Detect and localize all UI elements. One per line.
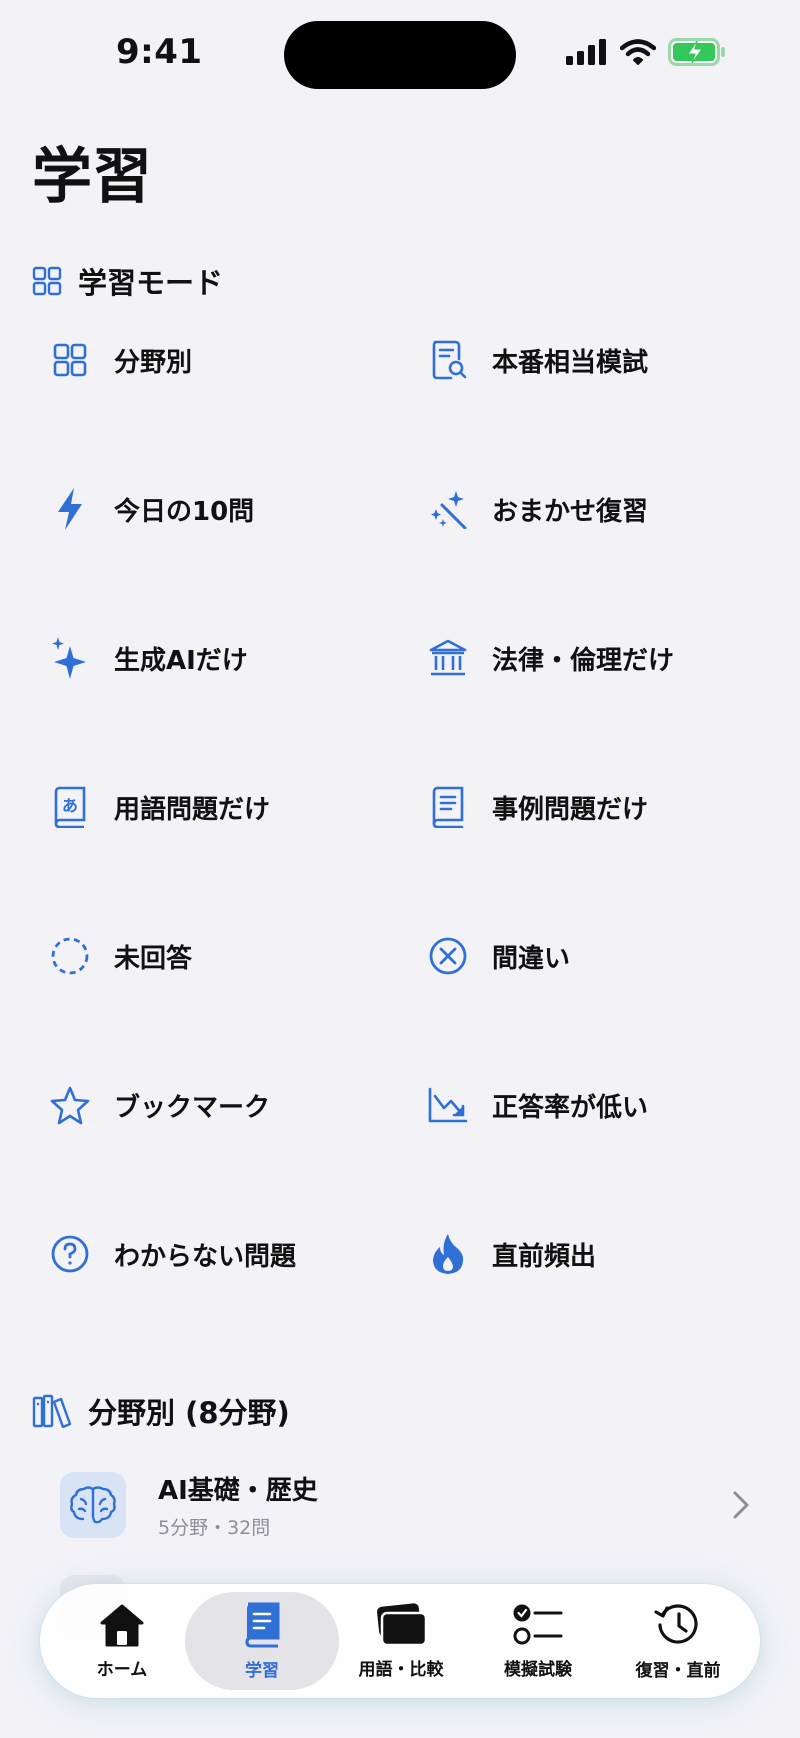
grid-icon (32, 266, 62, 296)
brain-icon (60, 1472, 126, 1538)
checklist-icon (513, 1603, 563, 1651)
mode-label: 直前頻出 (492, 1241, 597, 1272)
mode-case-study[interactable]: 事例問題だけ (424, 777, 764, 837)
tab-label: ホーム (96, 1659, 148, 1680)
mode-dont-know[interactable]: わからない問題 (46, 1224, 386, 1284)
mode-label: 正答率が低い (492, 1092, 649, 1123)
mode-label: 法律・倫理だけ (492, 645, 675, 676)
sparkles-icon (46, 634, 94, 682)
flame-icon (424, 1230, 472, 1278)
svg-text:あ: あ (62, 796, 78, 815)
tab-label: 用語・比較 (358, 1659, 444, 1680)
status-icons (566, 38, 726, 70)
section-title: 学習モード (78, 266, 224, 300)
mode-label: 事例問題だけ (492, 794, 649, 825)
house-icon (98, 1603, 146, 1651)
category-row[interactable]: AI基礎・歴史 5分野・32問 (60, 1470, 750, 1540)
mode-terms[interactable]: あ 用語問題だけ (46, 777, 386, 837)
category-subtitle: 5分野・32問 (158, 1517, 271, 1539)
mode-mock-exam[interactable]: 本番相当模試 (424, 330, 764, 390)
mode-label: ブックマーク (114, 1092, 271, 1123)
history-icon (654, 1602, 702, 1652)
mode-label: 本番相当模試 (492, 347, 649, 378)
mode-label: 用語問題だけ (114, 794, 271, 825)
mode-generative-ai[interactable]: 生成AIだけ (46, 628, 386, 688)
mode-low-accuracy[interactable]: 正答率が低い (424, 1075, 764, 1135)
tab-bar: ホーム 学習 用語・比較 模擬試験 復習・直前 (40, 1584, 760, 1698)
book-icon (424, 783, 472, 831)
study-mode-header: 学習モード (32, 260, 223, 302)
status-time: 9:41 (116, 32, 203, 72)
tab-label: 復習・直前 (635, 1660, 721, 1681)
status-bar: 9:41 (0, 0, 800, 110)
mode-label: わからない問題 (114, 1241, 297, 1272)
question-circle-icon (46, 1230, 94, 1278)
wifi-icon (619, 39, 657, 69)
book-icon (242, 1602, 282, 1652)
mode-mistakes[interactable]: 間違い (424, 926, 764, 986)
cellular-signal-icon (566, 39, 608, 69)
mode-law-ethics[interactable]: 法律・倫理だけ (424, 628, 764, 688)
mode-label: 生成AIだけ (114, 645, 248, 676)
battery-charging-icon (668, 38, 726, 70)
mode-label: 未回答 (114, 943, 193, 974)
category-title: AI基礎・歴史 (158, 1476, 318, 1506)
mode-last-minute[interactable]: 直前頻出 (424, 1224, 764, 1284)
mode-by-field[interactable]: 分野別 (46, 330, 386, 390)
chart-down-icon (424, 1081, 472, 1129)
books-icon (32, 1394, 72, 1428)
mode-label: 分野別 (114, 347, 193, 378)
cards-icon (374, 1602, 428, 1651)
section-title: 分野別 (8分野) (88, 1396, 290, 1430)
dynamic-island (284, 21, 516, 89)
mode-unanswered[interactable]: 未回答 (46, 926, 386, 986)
dictionary-book-icon: あ (46, 783, 94, 831)
tab-label: 模擬試験 (504, 1659, 572, 1680)
mode-auto-review[interactable]: おまかせ復習 (424, 479, 764, 539)
x-circle-icon (424, 932, 472, 980)
document-search-icon (424, 336, 472, 384)
mode-bookmarks[interactable]: ブックマーク (46, 1075, 386, 1135)
magic-wand-icon (424, 485, 472, 533)
mode-today-10[interactable]: 今日の10問 (46, 479, 386, 539)
tab-review-last-minute[interactable]: 復習・直前 (608, 1584, 748, 1698)
bank-icon (424, 634, 472, 682)
tab-mock-exam[interactable]: 模擬試験 (468, 1584, 608, 1698)
tab-home[interactable]: ホーム (52, 1584, 192, 1698)
tab-label: 学習 (245, 1660, 279, 1681)
star-icon (46, 1081, 94, 1129)
chevron-right-icon (732, 1490, 750, 1524)
dashed-circle-icon (46, 932, 94, 980)
field-section-header: 分野別 (8分野) (32, 1390, 290, 1432)
tab-terms-compare[interactable]: 用語・比較 (331, 1584, 471, 1698)
mode-label: 今日の10問 (114, 496, 255, 527)
page-title: 学習 (32, 142, 152, 212)
mode-label: 間違い (492, 943, 571, 974)
tab-study[interactable]: 学習 (192, 1584, 332, 1698)
grid-icon (46, 336, 94, 384)
mode-label: おまかせ復習 (492, 496, 649, 527)
bolt-icon (46, 485, 94, 533)
